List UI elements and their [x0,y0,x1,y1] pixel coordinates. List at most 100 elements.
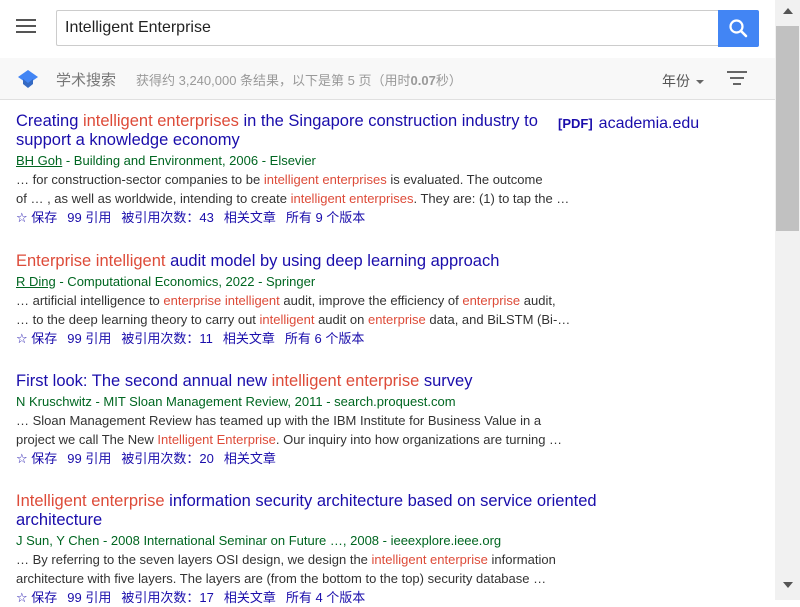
highlighted-term: intelligent enterprises [263,172,387,187]
result-authors: BH Goh - Building and Environment, 2006 … [16,152,576,170]
cite-link[interactable]: 99 引用 [67,208,111,227]
result-item: First look: The second annual new intell… [16,372,576,468]
all-versions-link[interactable]: 所有 4 个版本 [286,588,365,607]
save-link[interactable]: ☆ 保存 [16,208,57,227]
result-title[interactable]: Creating intelligent enterprises in the … [16,112,546,150]
highlighted-term: intelligent enterprises [82,112,239,130]
search-button[interactable] [718,10,759,47]
result-actions: ☆ 保存 99 引用 被引用次数：11 相关文章 所有 6 个版本 [16,329,576,348]
search-input[interactable] [57,11,693,45]
result-snippet-line: … Sloan Management Review has teamed up … [16,411,576,430]
sort-icon[interactable] [727,71,747,85]
text-segment: project we call The New [16,432,158,447]
cited-by-link[interactable]: 被引用次数：20 [121,449,213,468]
highlighted-term: Intelligent Enterprise [157,432,276,447]
text-segment: . Our inquiry into how organizations are… [275,432,563,447]
search-icon [729,19,748,38]
result-authors: R Ding - Computational Economics, 2022 -… [16,273,576,291]
result-snippet-line: project we call The New Intelligent Ente… [16,430,576,449]
text-segment: is evaluated. The outcome [386,172,543,187]
related-articles-link[interactable]: 相关文章 [224,449,276,468]
text-segment: information [487,552,556,567]
highlighted-term: Intelligent enterprise [16,492,165,510]
result-item: Creating intelligent enterprises in the … [16,112,699,227]
highlighted-term: intelligent enterprise [271,372,420,390]
text-segment: audit model by using deep learning appro… [165,252,500,270]
result-actions: ☆ 保存 99 引用 被引用次数：20 相关文章 [16,449,576,468]
save-link[interactable]: ☆ 保存 [16,449,57,468]
text-segment: … for construction-sector companies to b… [16,172,264,187]
cited-by-link[interactable]: 被引用次数：11 [121,329,213,348]
caret-down-icon [696,80,704,85]
result-snippet-line: … to the deep learning theory to carry o… [16,310,576,329]
result-snippet-line: … for construction-sector companies to b… [16,170,576,189]
pdf-tag: [PDF] [558,116,593,131]
author-name: N Kruschwitz [16,394,92,409]
highlighted-term: enterprise intelligent [163,293,280,308]
highlighted-term: intelligent [259,312,315,327]
related-articles-link[interactable]: 相关文章 [224,588,276,607]
save-link[interactable]: ☆ 保存 [16,329,57,348]
search-box[interactable] [56,10,718,46]
text-segment: First look: The second annual new [16,372,272,390]
result-snippet-line: architecture with five layers. The layer… [16,569,576,588]
result-item: Enterprise intelligent audit model by us… [16,252,576,348]
text-segment: Creating [16,112,83,130]
text-segment: . They are: (1) to tap the … [413,191,570,206]
result-snippet-line: … artificial intelligence to enterprise … [16,291,576,310]
stats-suffix: 秒） [435,73,462,88]
scroll-down-icon[interactable] [783,582,793,588]
result-authors: N Kruschwitz - MIT Sloan Management Revi… [16,393,576,411]
save-link[interactable]: ☆ 保存 [16,588,57,607]
result-title[interactable]: Enterprise intelligent audit model by us… [16,252,576,271]
cite-link[interactable]: 99 引用 [67,449,111,468]
highlighted-term: enterprise [367,312,426,327]
result-source: - 2008 International Seminar on Future …… [99,533,502,548]
cited-by-link[interactable]: 被引用次数：43 [121,208,213,227]
result-item: Intelligent enterprise information secur… [16,492,597,607]
result-source: - Computational Economics, 2022 - Spring… [55,274,316,289]
result-source: - Building and Environment, 2006 - Elsev… [62,153,316,168]
result-actions: ☆ 保存 99 引用 被引用次数：17 相关文章 所有 4 个版本 [16,588,576,607]
text-segment: … artificial intelligence to [16,293,164,308]
scholar-label[interactable]: 学术搜索 [56,69,116,90]
scroll-up-icon[interactable] [783,8,793,14]
highlighted-term: Enterprise intelligent [16,252,166,270]
result-title[interactable]: Intelligent enterprise information secur… [16,492,626,530]
results-header-bar: 学术搜索 获得约 3,240,000 条结果，以下是第 5 页（用时0.07秒）… [0,58,775,100]
text-segment: audit, [520,293,556,308]
author-link[interactable]: R Ding [16,274,56,289]
year-filter-dropdown[interactable]: 年份 [662,71,704,91]
text-segment: audit on [314,312,368,327]
text-segment: … By referring to the seven layers OSI d… [16,552,372,567]
top-bar [0,0,775,58]
related-articles-link[interactable]: 相关文章 [224,208,276,227]
result-title[interactable]: First look: The second annual new intell… [16,372,576,391]
text-segment: survey [419,372,473,390]
related-articles-link[interactable]: 相关文章 [223,329,275,348]
author-name: J Sun, Y Chen [16,533,100,548]
cited-by-link[interactable]: 被引用次数：17 [121,588,213,607]
text-segment: … Sloan Management Review has teamed up … [16,413,542,428]
vertical-scrollbar[interactable] [775,0,800,600]
text-segment: audit, improve the efficiency of [279,293,463,308]
cite-link[interactable]: 99 引用 [67,588,111,607]
highlighted-term: intelligent enterprise [371,552,488,567]
menu-icon[interactable] [16,19,38,37]
scholar-logo-icon[interactable] [17,69,39,89]
stats-time: 0.07 [410,73,436,88]
scroll-thumb[interactable] [776,26,799,231]
text-segment: data, and BiLSTM (Bi-… [425,312,571,327]
result-actions: ☆ 保存 99 引用 被引用次数：43 相关文章 所有 9 个版本 [16,208,576,227]
stats-prefix: 获得约 3,240,000 条结果，以下是第 5 页（用时 [136,73,411,88]
all-versions-link[interactable]: 所有 9 个版本 [286,208,365,227]
author-link[interactable]: BH Goh [16,153,62,168]
result-stats: 获得约 3,240,000 条结果，以下是第 5 页（用时0.07秒） [136,70,462,89]
text-segment: … to the deep learning theory to carry o… [16,312,260,327]
pdf-link[interactable]: [PDF] academia.edu [558,115,699,133]
result-authors: J Sun, Y Chen - 2008 International Semin… [16,532,576,550]
result-snippet-line: of … , as well as worldwide, intending t… [16,189,576,208]
cite-link[interactable]: 99 引用 [67,329,111,348]
all-versions-link[interactable]: 所有 6 个版本 [285,329,364,348]
highlighted-term: intelligent enterprises [290,191,414,206]
